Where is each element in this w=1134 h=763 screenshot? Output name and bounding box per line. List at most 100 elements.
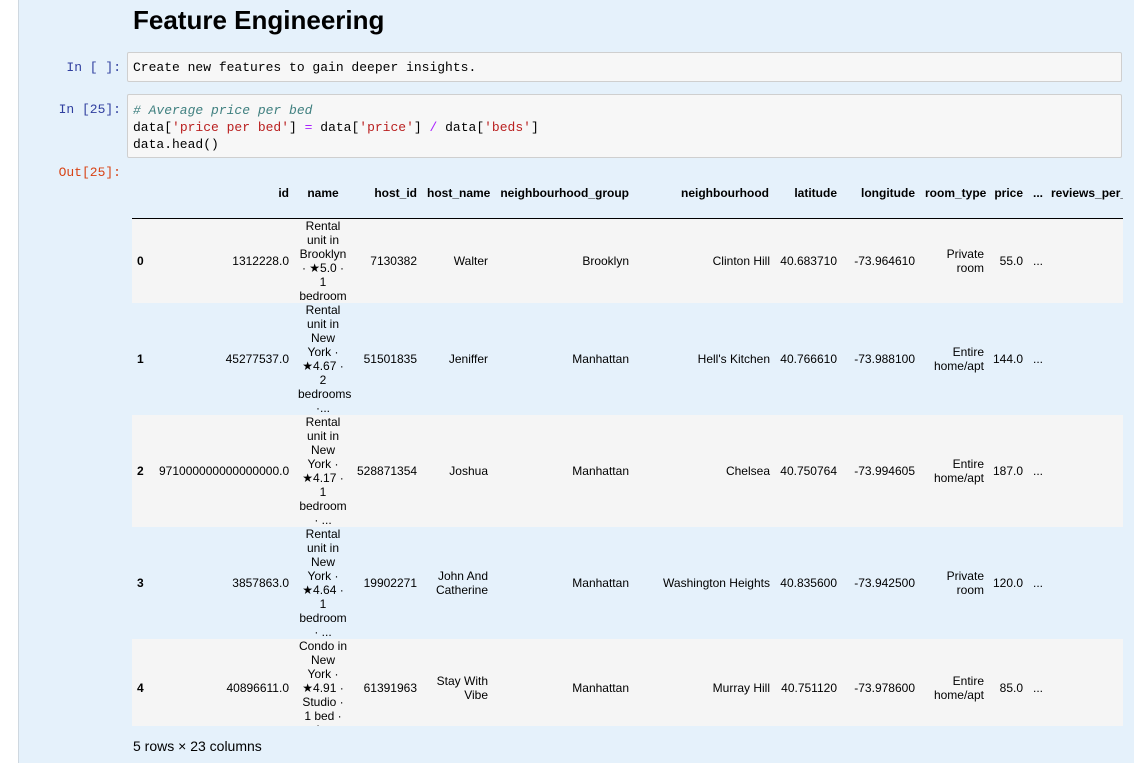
cell-host-id: 528871354: [357, 464, 418, 478]
code-token: data[: [312, 120, 360, 135]
cell-id: 971000000000000000.0: [159, 464, 290, 478]
code-token: ]: [530, 120, 539, 135]
column-header-longitude: longitude: [842, 168, 920, 219]
column-header-ellipsis: ...: [1028, 168, 1046, 219]
cell-host-name: Jeniffer: [448, 352, 488, 366]
table-body: 0 1312228.0 Rental unit in Brooklyn · ★5.0…: [132, 218, 1123, 726]
cell-latitude: 40.751120: [781, 681, 837, 695]
cell-name: Rental unit in New York · ★4.64 · 1 bedr…: [299, 527, 347, 639]
cell-longitude: -73.994605: [854, 464, 915, 478]
cell-latitude: 40.683710: [780, 254, 837, 268]
code-line-3: data.head(): [133, 137, 219, 152]
cell-latitude: 40.766610: [780, 352, 837, 366]
cell-ellipsis: ...: [1033, 681, 1044, 695]
cell-neighbourhood: Chelsea: [725, 464, 770, 478]
column-header-neighbourhood-group: neighbourhood_group: [492, 168, 634, 219]
code-string: 'beds': [484, 120, 531, 135]
cell-name: Rental unit in New York · ★4.67 · 2 bedr…: [298, 303, 352, 415]
code-cell-prompt: In [25]:: [58, 102, 121, 117]
index-header: [132, 168, 154, 219]
cell-reviews-per-month: [1046, 415, 1123, 527]
column-header-name: name: [294, 168, 352, 219]
cell-host-name: Walter: [453, 254, 488, 268]
cell-reviews-per-month: [1046, 639, 1123, 726]
dataframe-shape: 5 rows × 23 columns: [133, 738, 262, 754]
section-heading: Feature Engineering: [133, 5, 385, 35]
cell-ellipsis: ...: [1033, 576, 1044, 590]
cell-host-name: John And Catherine: [435, 569, 488, 597]
cell-price: 144.0: [993, 352, 1024, 366]
cell-room-type: Entire home/apt: [933, 674, 984, 702]
table-row: 1 45277537.0 Rental unit in New York · ★4.…: [132, 303, 1123, 415]
text-cell[interactable]: Create new features to gain deeper insig…: [127, 52, 1122, 82]
table-row: 4 40896611.0 Condo in New York · ★4.91 · S…: [132, 639, 1123, 726]
cell-longitude: -73.964610: [854, 254, 915, 268]
cell-longitude: -73.978600: [854, 681, 915, 695]
cell-room-type: Private room: [946, 569, 984, 597]
cell-price: 85.0: [999, 681, 1023, 695]
column-header-host-id: host_id: [352, 168, 422, 219]
row-index: 3: [137, 576, 144, 590]
code-token: data[: [437, 120, 485, 135]
cell-ellipsis: ...: [1033, 254, 1044, 268]
column-header-reviews-per-month: reviews_per_month: [1046, 168, 1123, 219]
column-header-id: id: [154, 168, 294, 219]
cell-price: 187.0: [993, 464, 1024, 478]
cell-host-id: 7130382: [370, 254, 417, 268]
cell-room-type: Entire home/apt: [933, 345, 984, 373]
cell-neighbourhood-group: Brooklyn: [582, 254, 629, 268]
cell-neighbourhood: Hell's Kitchen: [697, 352, 770, 366]
cell-id: 1312228.0: [232, 254, 289, 268]
cell-latitude: 40.750764: [780, 464, 837, 478]
code-line-2: data['price per bed'] = data['price'] / …: [133, 119, 1116, 136]
cell-name: Condo in New York · ★4.91 · Studio · 1 b…: [298, 639, 348, 726]
cell-longitude: -73.942500: [854, 576, 915, 590]
cell-longitude: -73.988100: [854, 352, 915, 366]
cell-neighbourhood-group: Manhattan: [572, 681, 629, 695]
cell-neighbourhood: Washington Heights: [663, 576, 770, 590]
table-row: 3 3857863.0 Rental unit in New York · ★4.6…: [132, 527, 1123, 639]
cell-reviews-per-month: [1046, 527, 1123, 639]
cell-text: Create new features to gain deeper insig…: [133, 60, 477, 75]
cell-host-id: 19902271: [363, 576, 417, 590]
notebook-area: Feature Engineering In [ ]: Create new f…: [18, 0, 1134, 763]
column-header-neighbourhood: neighbourhood: [634, 168, 774, 219]
row-index: 2: [137, 464, 144, 478]
cell-id: 3857863.0: [232, 576, 289, 590]
cell-id: 40896611.0: [226, 681, 289, 695]
column-header-price: price: [988, 168, 1028, 219]
table-header-row: id name host_id host_name neighbourhood_…: [132, 168, 1123, 219]
output-area: id name host_id host_name neighbourhood_…: [132, 168, 1123, 726]
cell-neighbourhood: Murray Hill: [712, 681, 770, 695]
dataframe-table: id name host_id host_name neighbourhood_…: [132, 168, 1123, 726]
table-row: 2 971000000000000000.0 Rental unit in New …: [132, 415, 1123, 527]
output-prompt: Out[25]:: [58, 165, 121, 180]
code-token: ]: [289, 120, 305, 135]
cell-host-id: 51501835: [363, 352, 417, 366]
column-header-latitude: latitude: [774, 168, 842, 219]
cell-reviews-per-month: [1046, 303, 1123, 415]
row-index: 4: [137, 681, 144, 695]
cell-host-name: Stay With Vibe: [436, 674, 488, 702]
row-index: 0: [137, 254, 144, 268]
table-row: 0 1312228.0 Rental unit in Brooklyn · ★5.0…: [132, 218, 1123, 303]
code-string: 'price per bed': [172, 120, 290, 135]
cell-neighbourhood-group: Manhattan: [572, 464, 629, 478]
cell-price: 55.0: [999, 254, 1023, 268]
cell-host-name: Joshua: [449, 464, 488, 478]
cell-ellipsis: ...: [1033, 352, 1044, 366]
cell-id: 45277537.0: [225, 352, 289, 366]
cell-ellipsis: ...: [1033, 464, 1044, 478]
cell-neighbourhood-group: Manhattan: [572, 576, 629, 590]
cell-price: 120.0: [993, 576, 1024, 590]
code-comment: # Average price per bed: [133, 103, 313, 118]
cell-room-type: Private room: [946, 247, 984, 275]
code-cell[interactable]: # Average price per bed data['price per …: [127, 94, 1122, 158]
cell-room-type: Entire home/apt: [933, 457, 984, 485]
code-token: data[: [133, 120, 173, 135]
cell-prompt: In [ ]:: [66, 60, 121, 75]
cell-name: Rental unit in Brooklyn · ★5.0 · 1 bedro…: [299, 219, 347, 303]
cell-name: Rental unit in New York · ★4.17 · 1 bedr…: [299, 415, 347, 527]
code-token: ]: [413, 120, 430, 135]
code-string: 'price': [359, 120, 414, 135]
